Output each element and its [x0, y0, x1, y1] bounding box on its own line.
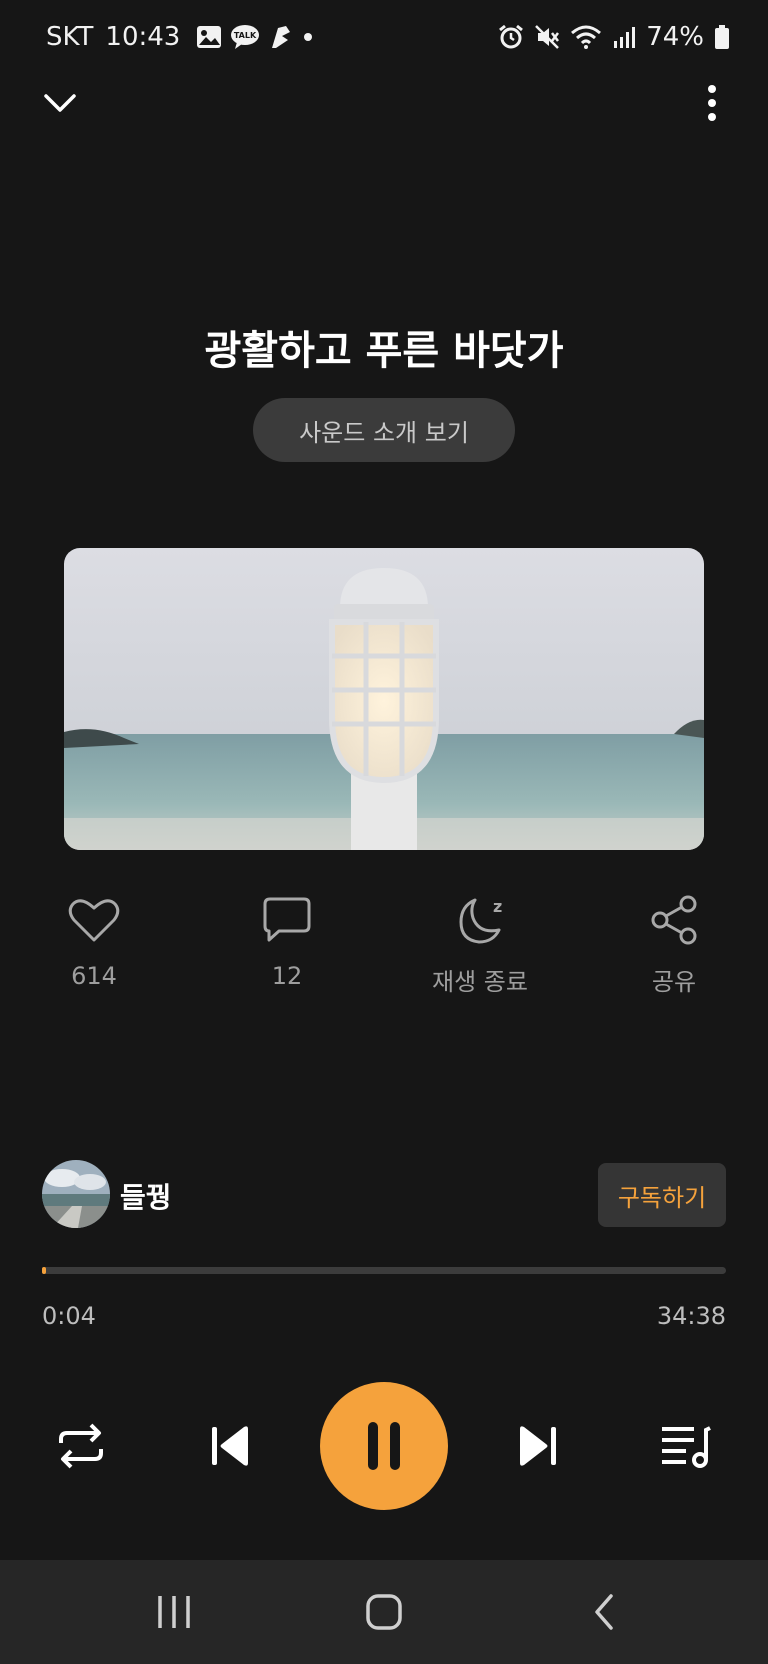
more-options-button[interactable] [702, 84, 722, 124]
battery-icon [715, 25, 729, 49]
wifi-icon [571, 25, 602, 49]
progress-fill [42, 1267, 47, 1274]
share-icon [651, 895, 697, 945]
playlist-icon [662, 1426, 711, 1468]
carrier-label: SKT [46, 22, 94, 52]
collapse-player-button[interactable] [40, 86, 80, 120]
app-icon [272, 26, 291, 48]
track-title: 광활하고 푸른 바닷가 [204, 328, 564, 374]
subscribe-button[interactable]: 구독하기 [598, 1163, 726, 1227]
next-button[interactable] [508, 1416, 568, 1476]
alarm-icon [499, 24, 524, 49]
moon-sleep-icon: z [459, 897, 502, 944]
system-navigation-bar [0, 1560, 768, 1664]
skip-next-icon [520, 1426, 556, 1466]
pause-icon [368, 1422, 400, 1470]
recent-apps-icon [158, 1596, 190, 1628]
battery-percent: 74% [646, 22, 704, 52]
current-time: 0:04 [42, 1302, 96, 1330]
progress-bar[interactable] [42, 1267, 726, 1274]
music-player-screen: SKT 10:43 TALK 74% 광활하고 푸른 바닷가 사운드 소개 보기 [0, 0, 768, 1664]
repeat-icon [59, 1423, 103, 1469]
pause-button[interactable] [320, 1382, 448, 1510]
back-button[interactable] [574, 1560, 634, 1664]
status-right: 74% [498, 22, 730, 52]
comment-count: 12 [271, 962, 303, 990]
comment-action[interactable]: 12 [217, 892, 357, 990]
home-icon [366, 1594, 402, 1630]
chevron-down-icon [44, 94, 76, 112]
home-button[interactable] [354, 1560, 414, 1664]
svg-text:TALK: TALK [234, 31, 257, 40]
recent-apps-button[interactable] [144, 1560, 204, 1664]
sleep-timer-action[interactable]: z 재생 종료 [410, 892, 550, 997]
heart-icon [68, 899, 120, 942]
more-vertical-icon [708, 85, 716, 121]
status-bar: SKT 10:43 TALK 74% [0, 0, 768, 76]
dot-icon [304, 33, 313, 41]
sleep-timer-label: 재생 종료 [432, 968, 528, 996]
comment-icon [263, 897, 311, 942]
sound-intro-button[interactable]: 사운드 소개 보기 [253, 398, 515, 462]
mute-icon [535, 25, 560, 49]
total-time: 34:38 [656, 1302, 726, 1330]
skip-previous-icon [212, 1426, 248, 1466]
like-action[interactable]: 614 [24, 892, 164, 990]
kakaotalk-icon: TALK [231, 25, 260, 49]
svg-text:z: z [493, 897, 502, 916]
clock: 10:43 [105, 22, 181, 52]
repeat-button[interactable] [50, 1416, 112, 1476]
like-count: 614 [71, 962, 117, 990]
playlist-button[interactable] [656, 1416, 716, 1476]
signal-icon [614, 27, 636, 48]
share-action[interactable]: 공유 [604, 892, 744, 997]
share-label: 공유 [651, 968, 697, 996]
channel-name[interactable]: 들꿩 [120, 1176, 172, 1216]
status-left: SKT 10:43 TALK [46, 22, 316, 52]
gallery-icon [197, 26, 222, 48]
notification-icons: TALK [196, 24, 316, 50]
previous-button[interactable] [200, 1416, 260, 1476]
channel-avatar[interactable] [42, 1160, 110, 1228]
back-icon [595, 1594, 613, 1630]
cover-image [64, 548, 704, 850]
